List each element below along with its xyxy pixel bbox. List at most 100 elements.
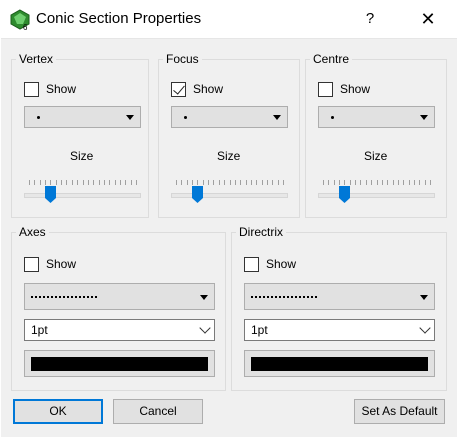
cancel-button[interactable]: Cancel: [113, 399, 203, 424]
slider-tick: [202, 180, 204, 185]
axes-show-checkbox[interactable]: Show: [24, 257, 104, 275]
centre-show-label: Show: [340, 82, 371, 96]
axes-color-button[interactable]: [24, 350, 215, 377]
help-icon[interactable]: ?: [352, 2, 388, 36]
dropdown-arrow-icon: [420, 115, 428, 120]
svg-text:6: 6: [23, 23, 28, 31]
slider-tick: [119, 180, 121, 185]
directrix-show-label: Show: [266, 257, 297, 271]
slider-ticks: [318, 180, 435, 185]
slider-tick: [61, 180, 63, 185]
dropdown-arrow-icon: [273, 115, 281, 120]
focus-point-style-dropdown[interactable]: [171, 106, 288, 128]
slider-thumb[interactable]: [192, 186, 204, 203]
dotted-line-preview: [31, 296, 97, 300]
slider-track: [318, 193, 435, 198]
slider-tick: [261, 180, 263, 185]
vertex-group: Vertex Show Size: [11, 51, 149, 218]
slider-tick: [34, 180, 36, 185]
slider-tick: [125, 180, 127, 185]
slider-tick: [71, 180, 73, 185]
slider-tick: [109, 180, 111, 185]
slider-tick: [208, 180, 210, 185]
ok-button[interactable]: OK: [13, 399, 103, 424]
slider-tick: [197, 180, 199, 185]
title-bar: 6 Conic Section Properties ? ✕: [0, 0, 458, 38]
directrix-group-title: Directrix: [236, 224, 286, 240]
slider-tick: [349, 180, 351, 185]
focus-show-checkbox[interactable]: Show: [171, 82, 251, 100]
slider-tick: [93, 180, 95, 185]
vertex-show-box[interactable]: [24, 82, 39, 97]
close-icon[interactable]: ✕: [408, 2, 448, 36]
vertex-show-label: Show: [46, 82, 77, 96]
dialog-body: Vertex Show Size Focus Show Size Centre …: [1, 38, 457, 437]
slider-tick: [387, 180, 389, 185]
centre-group-title: Centre: [310, 51, 353, 67]
slider-tick: [413, 180, 415, 185]
directrix-line-style-dropdown[interactable]: [244, 283, 435, 310]
slider-thumb[interactable]: [45, 186, 57, 203]
dropdown-arrow-icon: [200, 295, 208, 300]
directrix-color-swatch: [251, 357, 428, 371]
slider-tick: [277, 180, 279, 185]
axes-show-label: Show: [46, 257, 77, 271]
axes-line-width-dropdown[interactable]: 1pt: [24, 319, 215, 341]
focus-size-label: Size: [217, 149, 241, 163]
centre-point-style-dropdown[interactable]: [318, 106, 435, 128]
vertex-size-label: Size: [70, 149, 94, 163]
slider-tick: [224, 180, 226, 185]
slider-tick: [130, 180, 132, 185]
point-style-dot: [184, 116, 187, 119]
point-style-dot: [37, 116, 40, 119]
slider-thumb[interactable]: [339, 186, 351, 203]
axes-color-swatch: [31, 357, 208, 371]
centre-size-slider[interactable]: [318, 180, 435, 210]
directrix-group: Directrix Show 1pt: [231, 224, 447, 391]
slider-tick: [55, 180, 57, 185]
slider-tick: [103, 180, 105, 185]
vertex-point-style-dropdown[interactable]: [24, 106, 141, 128]
dotted-line-preview: [251, 296, 317, 300]
slider-tick: [77, 180, 79, 185]
dropdown-arrow-icon: [126, 115, 134, 120]
directrix-show-checkbox[interactable]: Show: [244, 257, 324, 275]
centre-show-box[interactable]: [318, 82, 333, 97]
slider-tick: [45, 180, 47, 185]
slider-tick: [39, 180, 41, 185]
slider-tick: [323, 180, 324, 185]
directrix-show-box[interactable]: [244, 257, 259, 272]
slider-tick: [240, 180, 242, 185]
slider-tick: [29, 180, 30, 185]
slider-tick: [87, 180, 89, 185]
axes-line-style-dropdown[interactable]: [24, 283, 215, 310]
centre-group: Centre Show Size: [305, 51, 447, 218]
slider-tick: [424, 180, 426, 185]
slider-tick: [66, 180, 68, 185]
directrix-line-width-value: 1pt: [251, 323, 268, 337]
slider-tick: [245, 180, 247, 185]
centre-show-checkbox[interactable]: Show: [318, 82, 398, 100]
focus-show-box[interactable]: [171, 82, 186, 97]
slider-tick: [397, 180, 399, 185]
axes-show-box[interactable]: [24, 257, 39, 272]
slider-tick: [181, 180, 183, 185]
slider-tick: [192, 180, 194, 185]
slider-tick: [344, 180, 346, 185]
vertex-size-slider[interactable]: [24, 180, 141, 210]
slider-tick: [186, 180, 188, 185]
slider-tick: [392, 180, 394, 185]
directrix-color-button[interactable]: [244, 350, 435, 377]
slider-tick: [218, 180, 220, 185]
directrix-line-width-dropdown[interactable]: 1pt: [244, 319, 435, 341]
focus-size-slider[interactable]: [171, 180, 288, 210]
slider-tick: [403, 180, 405, 185]
set-as-default-button[interactable]: Set As Default: [354, 399, 445, 424]
slider-tick: [136, 180, 137, 185]
point-style-dot: [331, 116, 334, 119]
axes-group-title: Axes: [16, 224, 49, 240]
slider-ticks: [24, 180, 141, 185]
slider-tick: [266, 180, 268, 185]
slider-tick: [98, 180, 100, 185]
vertex-show-checkbox[interactable]: Show: [24, 82, 104, 100]
